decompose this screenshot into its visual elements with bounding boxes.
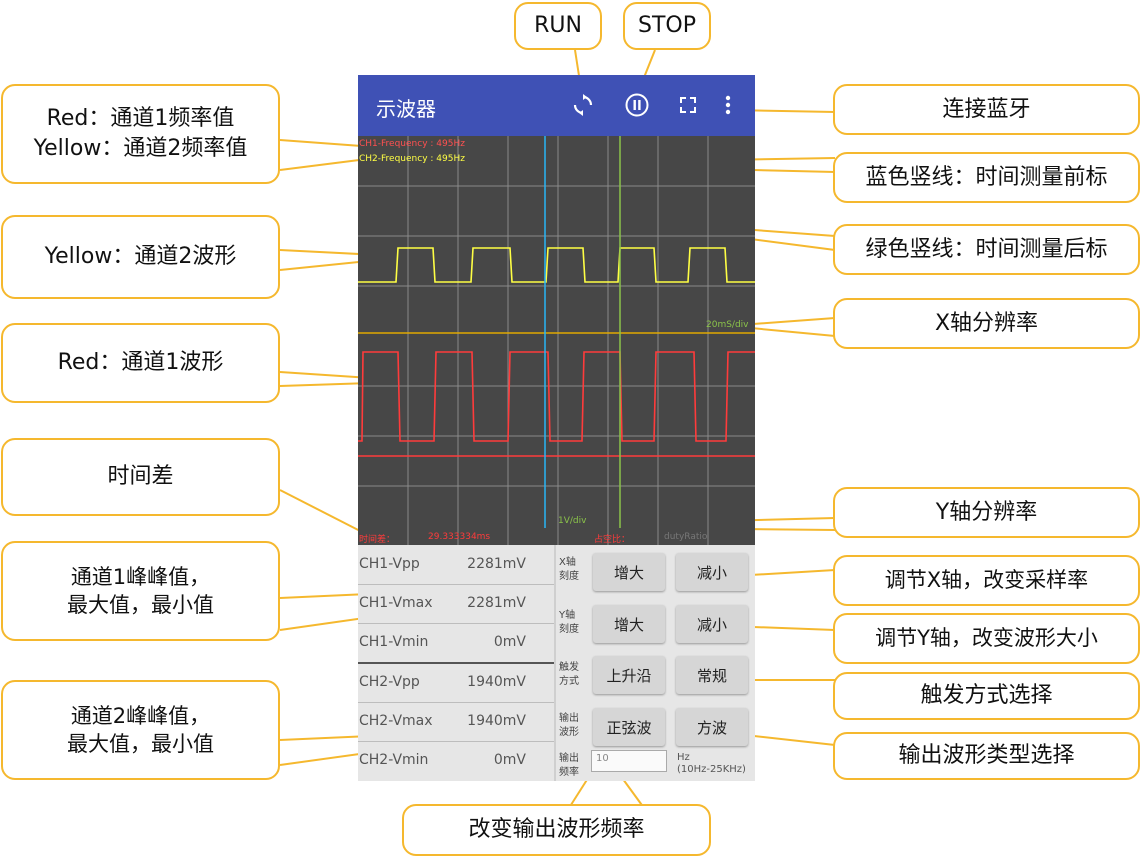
measurement-value: 0mV (493, 634, 526, 650)
measurement-value: 0mV (493, 752, 526, 768)
y-decrease-button[interactable]: 减小 (676, 605, 748, 643)
measurement-row: CH2-Vmin 0mV (358, 741, 554, 780)
measurement-value: 2281mV (467, 556, 526, 572)
callout-stop: STOP (623, 2, 711, 50)
app-bar: 示波器 (358, 75, 755, 136)
measurement-row: CH1-Vmin 0mV (358, 623, 554, 664)
trigger-normal-button[interactable]: 常规 (676, 656, 748, 694)
ch1-frequency-readout: CH1-Frequency : 495Hz (359, 139, 465, 149)
measurement-table: CH1-Vpp 2281mV CH1-Vmax 2281mV CH1-Vmin … (358, 545, 554, 781)
callout-y-resolution: Y轴分辨率 (833, 487, 1140, 538)
duty-ratio-label: 占空比： (594, 535, 631, 545)
measurement-value: 1940mV (467, 674, 526, 690)
frequency-unit-label: Hz (10Hz-25KHz) (677, 752, 746, 775)
fullscreen-icon[interactable] (672, 89, 704, 121)
trigger-rising-edge-button[interactable]: 上升沿 (593, 656, 665, 694)
measurement-value: 2281mV (467, 595, 526, 611)
measurement-label: CH1-Vpp (359, 556, 420, 572)
measurement-label: CH2-Vpp (359, 674, 420, 690)
callout-output-frequency: 改变输出波形频率 (402, 804, 711, 856)
callout-ch1-waveform: Red：通道1波形 (1, 323, 280, 403)
output-wave-label: 输出 波形 (559, 713, 579, 738)
callout-x-resolution: X轴分辨率 (833, 298, 1140, 349)
y-increase-button[interactable]: 增大 (593, 605, 665, 643)
ch2-frequency-readout: CH2-Frequency : 495Hz (359, 154, 465, 164)
measurement-row: CH2-Vpp 1940mV (358, 663, 554, 703)
ch1-waveform (358, 351, 755, 442)
app-title: 示波器 (376, 97, 436, 121)
measurement-value: 1940mV (467, 713, 526, 729)
callout-ch1-stats: 通道1峰峰值， 最大值，最小值 (1, 541, 280, 641)
oscilloscope-display: CH1-Frequency : 495Hz CH2-Frequency : 49… (358, 136, 755, 545)
callout-run: RUN (514, 2, 602, 50)
more-vert-icon[interactable] (712, 89, 744, 121)
x-increase-button[interactable]: 增大 (593, 553, 665, 591)
callout-blue-cursor: 蓝色竖线：时间测量前标 (833, 152, 1140, 203)
output-frequency-input[interactable]: 10 (591, 750, 667, 772)
callout-bluetooth: 连接蓝牙 (833, 84, 1140, 135)
refresh-icon[interactable] (567, 89, 599, 121)
sine-wave-button[interactable]: 正弦波 (593, 708, 665, 746)
y-scale-readout: 1V/div (558, 516, 587, 526)
measurement-row: CH2-Vmax 1940mV (358, 702, 554, 742)
callout-frequency-values: Red：通道1频率值 Yellow：通道2频率值 (1, 84, 280, 184)
x-scale-readout: 20mS/div (706, 320, 749, 330)
callout-adjust-x: 调节X轴，改变采样率 (833, 555, 1140, 606)
measurement-label: CH1-Vmax (359, 595, 433, 611)
square-wave-button[interactable]: 方波 (676, 708, 748, 746)
pause-circle-icon[interactable] (621, 89, 653, 121)
time-diff-value: 29.333334ms (428, 532, 491, 542)
callout-ch2-waveform: Yellow：通道2波形 (1, 215, 280, 299)
measurement-label: CH2-Vmin (359, 752, 429, 768)
measurement-row: CH1-Vmax 2281mV (358, 584, 554, 624)
callout-trigger-mode: 触发方式选择 (833, 672, 1140, 720)
scope-grid (358, 136, 755, 545)
time-diff-label: 时间差： (359, 535, 396, 545)
measurement-row: CH1-Vpp 2281mV (358, 545, 554, 585)
measurement-label: CH1-Vmin (359, 634, 429, 650)
callout-time-difference: 时间差 (1, 438, 280, 516)
callout-green-cursor: 绿色竖线：时间测量后标 (833, 224, 1140, 275)
callout-ch2-stats: 通道2峰峰值， 最大值，最小值 (1, 680, 280, 780)
duty-ratio-value: dutyRatio (664, 532, 708, 542)
callout-adjust-y: 调节Y轴，改变波形大小 (833, 613, 1140, 664)
trigger-mode-label: 触发 方式 (559, 662, 579, 687)
ch2-waveform (358, 247, 755, 283)
phone-screen: 示波器 CH1-Frequency: 495Hz CH2-Frequency … (358, 75, 755, 781)
output-frequency-label: 输出 频率 (559, 753, 579, 778)
y-axis-scale-label: Y轴 刻度 (559, 610, 579, 635)
x-decrease-button[interactable]: 减小 (676, 553, 748, 591)
control-panel: X轴 刻度 增大 减小 Y轴 刻度 增大 减小 触发 方式 上升沿 常规 输出 … (556, 545, 755, 781)
callout-output-wave: 输出波形类型选择 (833, 732, 1140, 780)
x-axis-scale-label: X轴 刻度 (559, 557, 579, 582)
measurement-label: CH2-Vmax (359, 713, 433, 729)
